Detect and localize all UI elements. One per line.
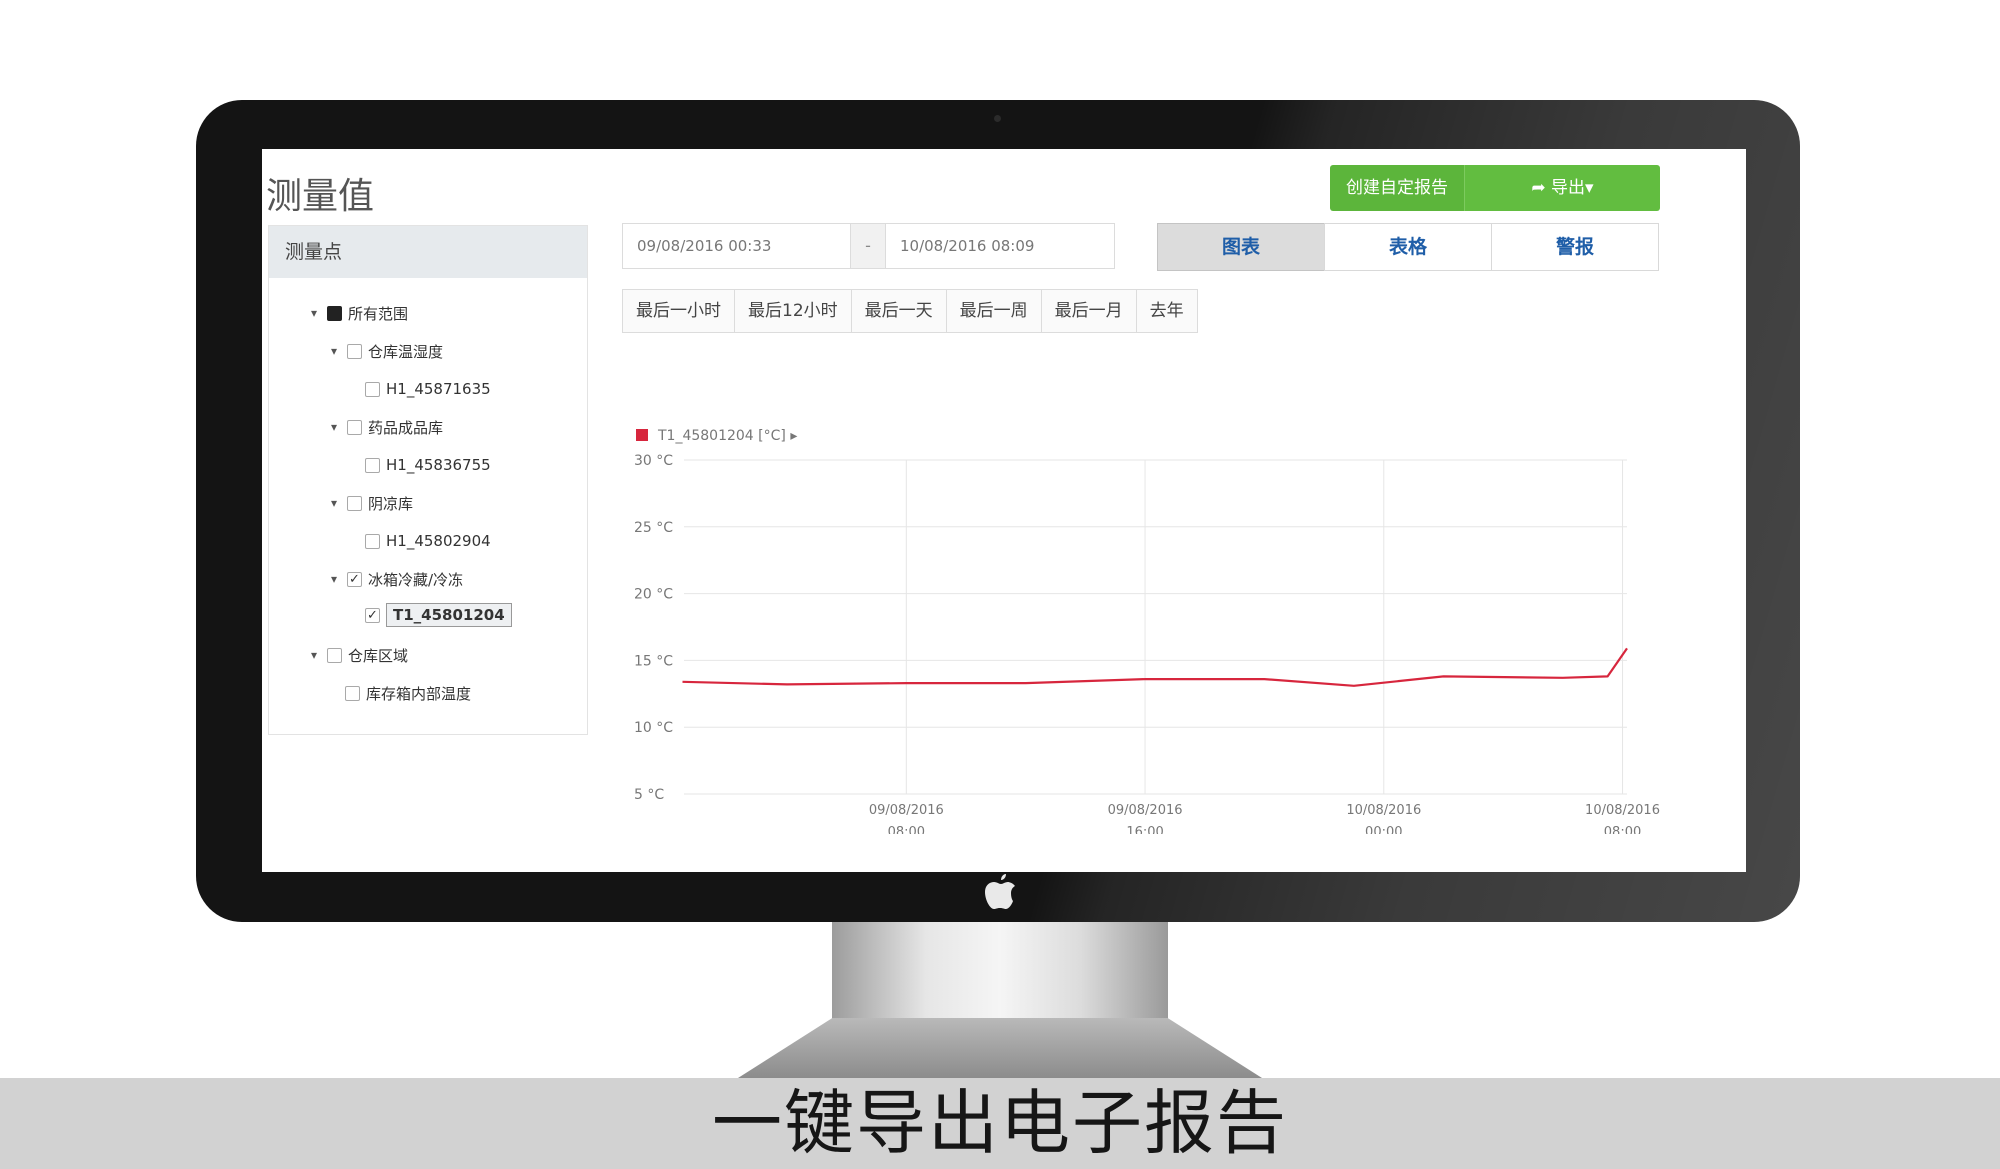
checkbox[interactable] <box>327 647 342 663</box>
page-title: 测量值 <box>266 176 375 217</box>
x-tick-date-label: 10/08/2016 <box>1585 803 1660 818</box>
series-line-t1-45801204 <box>682 647 1628 687</box>
panel-header: 测量点 <box>269 226 587 278</box>
x-tick-time-label: 08:00 <box>888 825 925 834</box>
y-tick-label: 5 °C <box>634 787 664 803</box>
expand-toggle-icon[interactable]: ▾ <box>327 344 341 358</box>
legend-swatch <box>636 429 648 441</box>
expand-toggle-icon[interactable]: ▾ <box>327 496 341 510</box>
x-tick-date-label: 10/08/2016 <box>1346 803 1421 818</box>
share-arrow-icon: ➦ <box>1531 178 1552 198</box>
checkbox[interactable] <box>347 419 362 435</box>
tree-node-label: 库存箱内部温度 <box>366 684 472 703</box>
range-button-last-week[interactable]: 最后一周 <box>945 289 1042 333</box>
y-tick-label: 10 °C <box>634 720 673 736</box>
y-tick-label: 25 °C <box>634 520 673 536</box>
y-tick-label: 20 °C <box>634 587 673 603</box>
measuring-point-panel: 测量点 ▾ 所有范围 ▾ 仓库温湿度 H1_45871635 ▾ 药品成品库 H… <box>268 225 588 735</box>
checkbox-checked[interactable]: ✓ <box>347 571 362 587</box>
export-button[interactable]: ➦ 导出▾ <box>1464 165 1660 211</box>
y-tick-label: 30 °C <box>634 453 673 469</box>
tree-node-group[interactable]: ▾ 仓库区域 <box>307 640 408 670</box>
checkbox[interactable] <box>347 495 362 511</box>
tree-node-label: 仓库区域 <box>348 646 409 665</box>
tree-node-sensor-selected[interactable]: ✓ T1_45801204 <box>365 600 512 630</box>
apple-logo-icon <box>985 874 1015 909</box>
expand-toggle-icon[interactable]: ▾ <box>327 572 341 586</box>
checkbox[interactable] <box>365 457 380 473</box>
tree-node-label: H1_45802904 <box>386 532 491 550</box>
x-tick-time-label: 08:00 <box>1604 825 1641 834</box>
tree-node-sensor[interactable]: H1_45802904 <box>365 526 491 556</box>
date-from-input[interactable]: 09/08/2016 00:33 <box>622 223 851 269</box>
tree-node-group[interactable]: ▾ 阴凉库 <box>327 488 413 518</box>
create-report-button[interactable]: 创建自定报告 <box>1330 165 1464 211</box>
x-tick-date-label: 09/08/2016 <box>1108 803 1183 818</box>
app-screen: 测量值 创建自定报告 ➦ 导出▾ 测量点 ▾ 所有范围 ▾ 仓库温湿度 H1_4… <box>262 149 1746 872</box>
tree-node-group[interactable]: ▾ ✓ 冰箱冷藏/冷冻 <box>327 564 463 594</box>
range-button-last-year[interactable]: 去年 <box>1135 289 1198 333</box>
tree-node-group[interactable]: ▾ 药品成品库 <box>327 412 443 442</box>
date-range-separator: - <box>850 223 886 269</box>
tree-node-label: 阴凉库 <box>368 494 414 513</box>
legend-label: T1_45801204 [°C] ▸ <box>657 428 797 444</box>
y-tick-label: 15 °C <box>634 653 673 669</box>
tree-node-label: 所有范围 <box>348 304 409 323</box>
checkbox[interactable] <box>365 533 380 549</box>
x-tick-time-label: 16:00 <box>1126 825 1163 834</box>
checkbox-checked[interactable]: ✓ <box>365 607 380 623</box>
range-button-last-hour[interactable]: 最后一小时 <box>622 289 735 333</box>
temperature-chart: T1_45801204 [°C] ▸ 30 °C 25 °C 20 °C 15 °C 10… <box>634 428 1660 834</box>
tree-node-label: H1_45836755 <box>386 456 491 474</box>
monitor-stand-foot <box>738 1018 1262 1078</box>
tab-chart[interactable]: 图表 <box>1157 223 1325 271</box>
x-tick-time-label: 00:00 <box>1365 825 1402 834</box>
range-button-last-month[interactable]: 最后一月 <box>1040 289 1137 333</box>
tree-node-label: 冰箱冷藏/冷冻 <box>368 570 464 589</box>
tab-alarms[interactable]: 警报 <box>1491 223 1659 271</box>
checkbox[interactable] <box>345 685 360 701</box>
range-button-last-day[interactable]: 最后一天 <box>850 289 947 333</box>
tree-node-sensor[interactable]: 库存箱内部温度 <box>345 678 471 708</box>
tab-table[interactable]: 表格 <box>1324 223 1492 271</box>
checkbox-partial[interactable] <box>327 305 342 321</box>
tree-node-label: T1_45801204 <box>386 603 512 627</box>
caption-text: 一键导出电子报告 <box>712 1082 1288 1164</box>
tree-node-label: H1_45871635 <box>386 380 491 398</box>
expand-toggle-icon[interactable]: ▾ <box>307 306 321 320</box>
x-tick-date-label: 09/08/2016 <box>869 803 944 818</box>
date-to-input[interactable]: 10/08/2016 08:09 <box>885 223 1115 269</box>
tree-node-label: 仓库温湿度 <box>368 342 444 361</box>
range-button-last-12-hours[interactable]: 最后12小时 <box>734 289 852 333</box>
tree-node-label: 药品成品库 <box>368 418 444 437</box>
checkbox[interactable] <box>365 381 380 397</box>
caption-band: 一键导出电子报告 <box>0 1078 2000 1169</box>
expand-toggle-icon[interactable]: ▾ <box>327 420 341 434</box>
checkbox[interactable] <box>347 343 362 359</box>
expand-toggle-icon[interactable]: ▾ <box>307 648 321 662</box>
export-button-label: 导出▾ <box>1551 178 1594 198</box>
tree-node-sensor[interactable]: H1_45836755 <box>365 450 491 480</box>
tree-node-all[interactable]: ▾ 所有范围 <box>307 298 408 328</box>
tree-node-group[interactable]: ▾ 仓库温湿度 <box>327 336 443 366</box>
tree-node-sensor[interactable]: H1_45871635 <box>365 374 491 404</box>
camera-icon <box>994 115 1001 122</box>
time-range-buttons: 最后一小时 最后12小时 最后一天 最后一周 最后一月 去年 <box>622 289 1198 333</box>
